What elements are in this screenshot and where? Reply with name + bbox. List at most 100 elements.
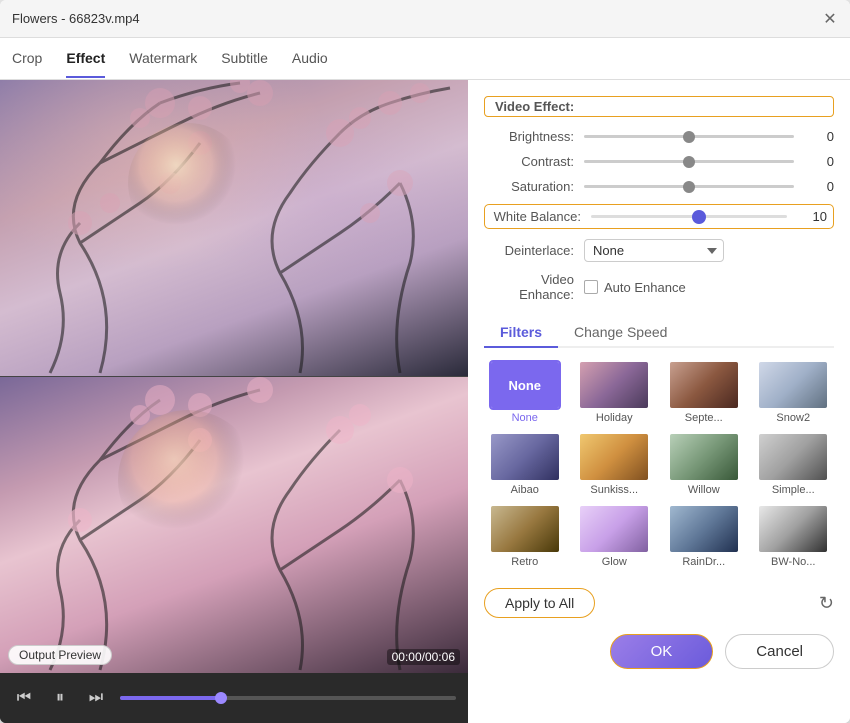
progress-bar[interactable] [120, 696, 456, 700]
filter-thumb-bwno [757, 504, 829, 554]
filter-sunkiss[interactable]: Sunkiss... [574, 432, 656, 496]
tab-filters[interactable]: Filters [484, 318, 558, 348]
white-balance-label: White Balance: [491, 209, 581, 224]
cancel-button[interactable]: Cancel [725, 634, 834, 669]
white-balance-slider[interactable] [591, 215, 787, 218]
prev-button[interactable]: ⏮ [12, 686, 36, 710]
brightness-slider[interactable] [584, 135, 794, 138]
tab-change-speed[interactable]: Change Speed [558, 318, 683, 348]
filter-snow2[interactable]: Snow2 [753, 360, 835, 424]
tab-audio[interactable]: Audio [292, 40, 328, 78]
right-panel: Video Effect: Brightness: 0 Contrast: 0 … [468, 80, 850, 723]
filter-glow[interactable]: Glow [574, 504, 656, 568]
filter-none-inner: None [491, 362, 559, 408]
tabs-bar: Crop Effect Watermark Subtitle Audio [0, 38, 850, 80]
filter-label-sunkiss: Sunkiss... [590, 484, 638, 496]
filter-label-holiday: Holiday [596, 412, 633, 424]
filter-thumb-aibao [489, 432, 561, 482]
refresh-icon[interactable]: ↻ [819, 593, 834, 614]
tab-crop[interactable]: Crop [12, 40, 42, 78]
filter-bwno-inner [759, 506, 827, 552]
white-balance-row: White Balance: 10 [484, 204, 834, 229]
filter-bwno[interactable]: BW-No... [753, 504, 835, 568]
filter-label-aibao: Aibao [511, 484, 539, 496]
saturation-row: Saturation: 0 [484, 179, 834, 194]
deinterlace-label: Deinterlace: [484, 243, 574, 258]
filter-thumb-sunkiss [578, 432, 650, 482]
filter-label-retro: Retro [511, 556, 538, 568]
filter-holiday[interactable]: Holiday [574, 360, 656, 424]
filter-sunkiss-inner [580, 434, 648, 480]
video-preview-top [0, 80, 468, 376]
pause-button[interactable]: ⏸ [48, 686, 72, 710]
contrast-value: 0 [804, 154, 834, 169]
white-balance-thumb [692, 210, 706, 224]
filter-thumb-willow [668, 432, 740, 482]
filter-thumb-holiday [578, 360, 650, 410]
auto-enhance-checkbox[interactable] [584, 280, 598, 294]
ok-button[interactable]: OK [610, 634, 714, 669]
filter-simple-inner [759, 434, 827, 480]
filter-thumb-none: None [489, 360, 561, 410]
filter-simple[interactable]: Simple... [753, 432, 835, 496]
brightness-value: 0 [804, 129, 834, 144]
filter-holiday-inner [580, 362, 648, 408]
bottom-actions: Apply to All ↻ [484, 588, 834, 618]
filter-aibao[interactable]: Aibao [484, 432, 566, 496]
filter-willow[interactable]: Willow [663, 432, 745, 496]
filters-grid: None None Holiday Septe... [484, 360, 834, 568]
filter-glow-inner [580, 506, 648, 552]
video-top [0, 80, 468, 377]
filter-label-raindr: RainDr... [682, 556, 725, 568]
apply-to-all-button[interactable]: Apply to All [484, 588, 595, 618]
deinterlace-row: Deinterlace: None Bob Linear Median [484, 239, 834, 262]
tab-watermark[interactable]: Watermark [129, 40, 197, 78]
filter-raindr[interactable]: RainDr... [663, 504, 745, 568]
main-content: Output Preview 00:00/00:06 ⏮ ⏸ ⏭ Video E… [0, 80, 850, 723]
auto-enhance-text: Auto Enhance [604, 280, 686, 295]
next-button[interactable]: ⏭ [84, 686, 108, 710]
saturation-slider[interactable] [584, 185, 794, 188]
filter-septe-inner [670, 362, 738, 408]
controls-bar: ⏮ ⏸ ⏭ [0, 673, 468, 723]
filter-thumb-glow [578, 504, 650, 554]
filter-label-willow: Willow [688, 484, 720, 496]
filter-label-simple: Simple... [772, 484, 815, 496]
video-timestamp: 00:00/00:06 [387, 649, 460, 665]
deinterlace-select[interactable]: None Bob Linear Median [584, 239, 724, 262]
progress-thumb [215, 692, 227, 704]
title-bar: Flowers - 66823v.mp4 ✕ [0, 0, 850, 38]
video-effect-label: Video Effect: [484, 96, 834, 117]
window-title: Flowers - 66823v.mp4 [12, 11, 140, 26]
tab-subtitle[interactable]: Subtitle [221, 40, 268, 78]
video-preview-bottom: Output Preview 00:00/00:06 [0, 377, 468, 673]
filter-label-snow2: Snow2 [776, 412, 810, 424]
saturation-thumb [683, 181, 695, 193]
tab-effect[interactable]: Effect [66, 40, 105, 78]
filter-label-glow: Glow [602, 556, 627, 568]
saturation-label: Saturation: [484, 179, 574, 194]
filter-septe[interactable]: Septe... [663, 360, 745, 424]
video-enhance-row: Video Enhance: Auto Enhance [484, 272, 834, 302]
final-buttons: OK Cancel [484, 634, 834, 669]
close-button[interactable]: ✕ [822, 11, 838, 27]
filter-label-none: None [512, 412, 538, 424]
filter-thumb-septe [668, 360, 740, 410]
white-balance-value: 10 [797, 209, 827, 224]
branches-svg-bottom [0, 377, 468, 673]
filter-retro[interactable]: Retro [484, 504, 566, 568]
filter-thumb-raindr [668, 504, 740, 554]
contrast-row: Contrast: 0 [484, 154, 834, 169]
filter-willow-inner [670, 434, 738, 480]
main-window: Flowers - 66823v.mp4 ✕ Crop Effect Water… [0, 0, 850, 723]
branches-svg [0, 80, 468, 376]
contrast-label: Contrast: [484, 154, 574, 169]
contrast-thumb [683, 156, 695, 168]
contrast-slider[interactable] [584, 160, 794, 163]
saturation-value: 0 [804, 179, 834, 194]
filter-thumb-retro [489, 504, 561, 554]
filter-snow2-inner [759, 362, 827, 408]
secondary-tabs: Filters Change Speed [484, 318, 834, 348]
filter-thumb-simple [757, 432, 829, 482]
filter-none[interactable]: None None [484, 360, 566, 424]
